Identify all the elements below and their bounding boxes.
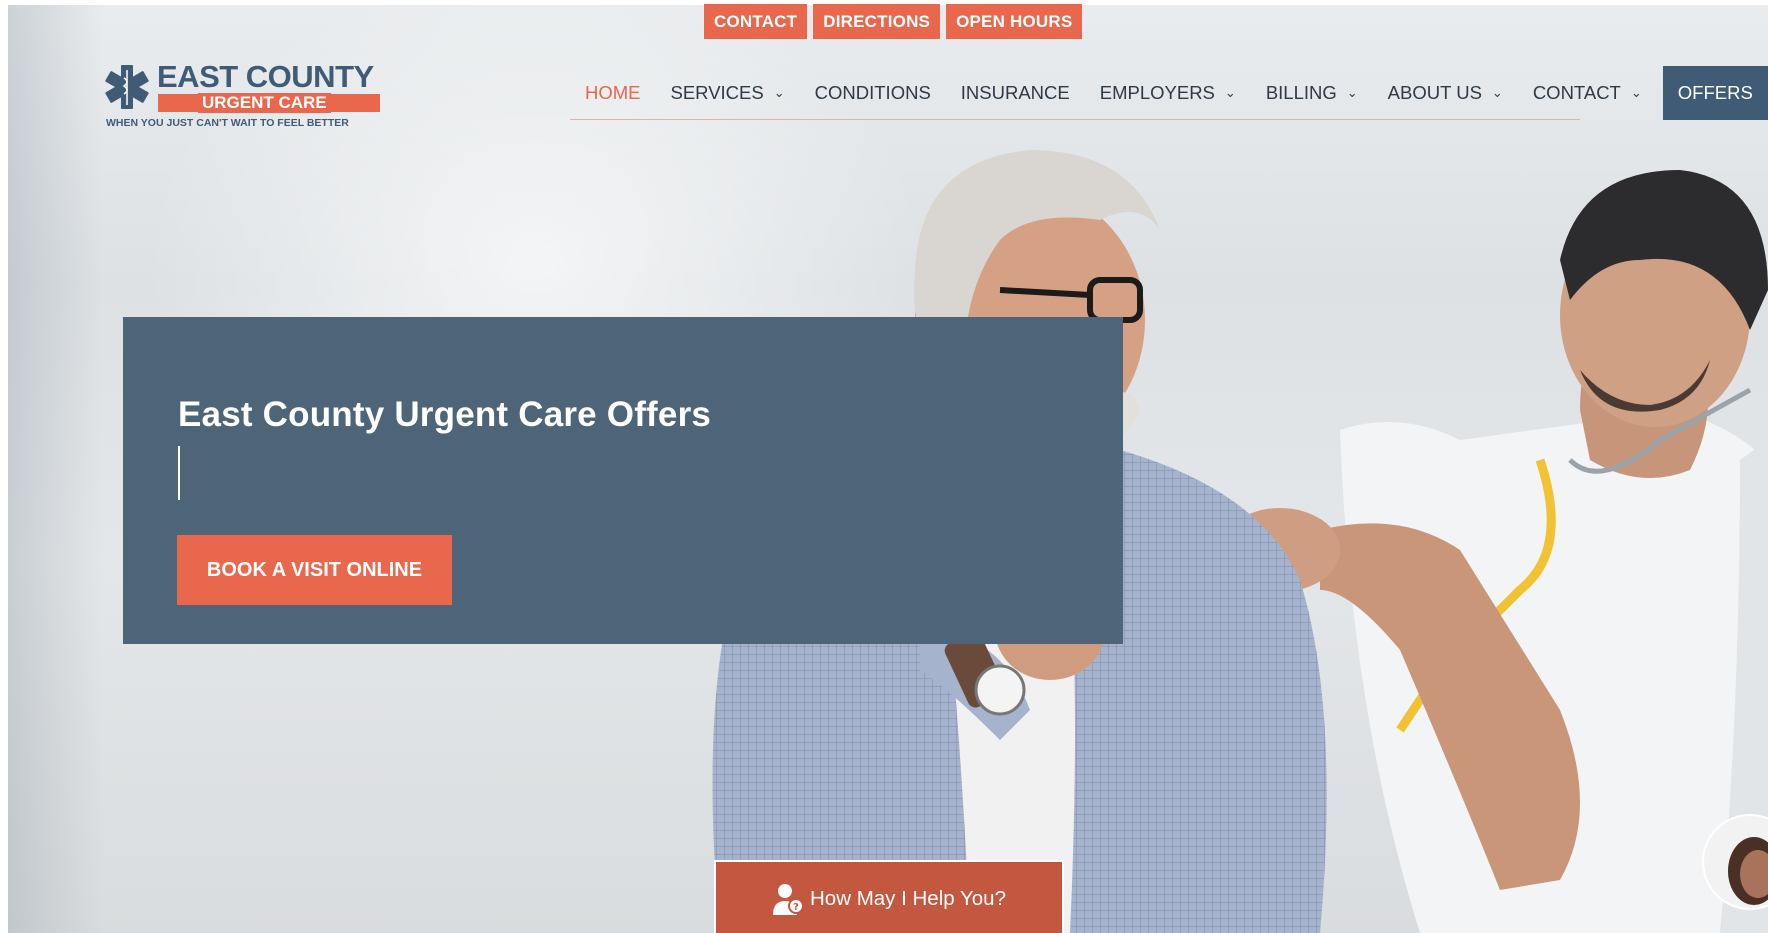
logo-line2-band: URGENT CARE	[158, 93, 380, 113]
page: CONTACT DIRECTIONS OPEN HOURS EAST COUNT…	[0, 0, 1768, 933]
nav-services[interactable]: SERVICES ⌄	[656, 66, 800, 120]
nav-services-label: SERVICES	[670, 82, 764, 103]
hero-divider	[178, 446, 180, 500]
chevron-down-icon: ⌄	[1346, 85, 1358, 100]
chevron-down-icon: ⌄	[1224, 85, 1236, 100]
nav-employers[interactable]: EMPLOYERS ⌄	[1085, 66, 1251, 120]
book-visit-button[interactable]: BOOK A VISIT ONLINE	[177, 535, 452, 605]
chevron-down-icon: ⌄	[1630, 85, 1642, 100]
top-directions-link[interactable]: DIRECTIONS	[813, 4, 941, 39]
site-logo[interactable]: EAST COUNTY URGENT CARE WHEN YOU JUST CA…	[102, 60, 382, 132]
main-nav: HOME SERVICES ⌄ CONDITIONS INSURANCE EMPL…	[570, 66, 1768, 120]
nav-about-us[interactable]: ABOUT US ⌄	[1373, 66, 1518, 120]
nav-offers-button[interactable]: OFFERS	[1662, 66, 1768, 120]
nav-billing-label: BILLING	[1265, 82, 1337, 103]
nav-conditions[interactable]: CONDITIONS	[800, 66, 946, 120]
svg-text:?: ?	[793, 902, 799, 913]
top-open-hours-link[interactable]: OPEN HOURS	[946, 4, 1083, 39]
chevron-down-icon: ⌄	[1491, 85, 1503, 100]
nav-home-label: HOME	[585, 82, 641, 103]
help-chat-tab[interactable]: ? How May I Help You?	[714, 860, 1064, 933]
nav-home[interactable]: HOME	[570, 66, 656, 120]
hero-title: East County Urgent Care Offers	[178, 395, 712, 434]
logo-line1: EAST COUNTY	[157, 59, 374, 94]
nav-insurance-label: INSURANCE	[960, 82, 1070, 103]
top-contact-link[interactable]: CONTACT	[704, 4, 808, 39]
nav-divider	[570, 119, 1580, 120]
user-question-icon: ?	[772, 884, 804, 915]
nav-contact[interactable]: CONTACT ⌄	[1518, 66, 1657, 120]
chevron-down-icon: ⌄	[773, 85, 785, 100]
nav-employers-label: EMPLOYERS	[1099, 82, 1215, 103]
logo-tagline: WHEN YOU JUST CAN'T WAIT TO FEEL BETTER	[106, 117, 349, 129]
nav-conditions-label: CONDITIONS	[814, 82, 931, 103]
agent-photo	[1728, 837, 1768, 905]
top-utility-bar: CONTACT DIRECTIONS OPEN HOURS	[704, 4, 1083, 39]
hero-banner: East County Urgent Care Offers BOOK A VI…	[123, 317, 1123, 644]
star-of-life-icon	[105, 65, 149, 109]
nav-contact-label: CONTACT	[1532, 82, 1621, 103]
nav-billing[interactable]: BILLING ⌄	[1251, 66, 1373, 120]
logo-line2: URGENT CARE	[198, 93, 331, 113]
nav-insurance[interactable]: INSURANCE	[946, 66, 1085, 120]
help-label: How May I Help You?	[809, 887, 1006, 910]
nav-about-us-label: ABOUT US	[1387, 82, 1482, 103]
